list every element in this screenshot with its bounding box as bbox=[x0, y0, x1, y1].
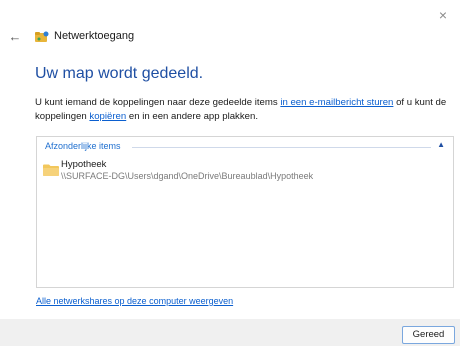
footer-bar: Gereed bbox=[0, 319, 460, 346]
window-title: Netwerktoegang bbox=[54, 30, 135, 42]
done-button[interactable]: Gereed bbox=[402, 326, 455, 344]
description-text-3: en in een andere app plakken. bbox=[126, 111, 258, 122]
email-link[interactable]: in een e-mailbericht sturen bbox=[280, 97, 393, 108]
show-all-shares-link[interactable]: Alle netwerkshares op deze computer weer… bbox=[36, 296, 233, 306]
items-header-divider bbox=[132, 147, 431, 148]
folder-icon bbox=[43, 164, 59, 176]
copy-link[interactable]: kopiëren bbox=[89, 111, 126, 122]
close-button[interactable]: × bbox=[434, 6, 452, 24]
page-title: Uw map wordt gedeeld. bbox=[35, 65, 204, 82]
description: U kunt iemand de koppelingen naar deze g… bbox=[35, 96, 455, 124]
item-name: Hypotheek bbox=[61, 159, 107, 170]
network-folder-icon bbox=[35, 31, 49, 42]
item-path: \\SURFACE-DG\Users\dgand\OneDrive\Bureau… bbox=[61, 171, 314, 181]
description-text-1: U kunt iemand de koppelingen naar deze g… bbox=[35, 97, 281, 108]
items-header: Afzonderlijke items bbox=[45, 141, 125, 151]
back-arrow-icon[interactable]: ← bbox=[7, 29, 23, 45]
collapse-chevron-icon[interactable]: ▲ bbox=[437, 140, 445, 149]
items-panel: Afzonderlijke items ▲ Hypotheek \\SURFAC… bbox=[36, 136, 454, 288]
